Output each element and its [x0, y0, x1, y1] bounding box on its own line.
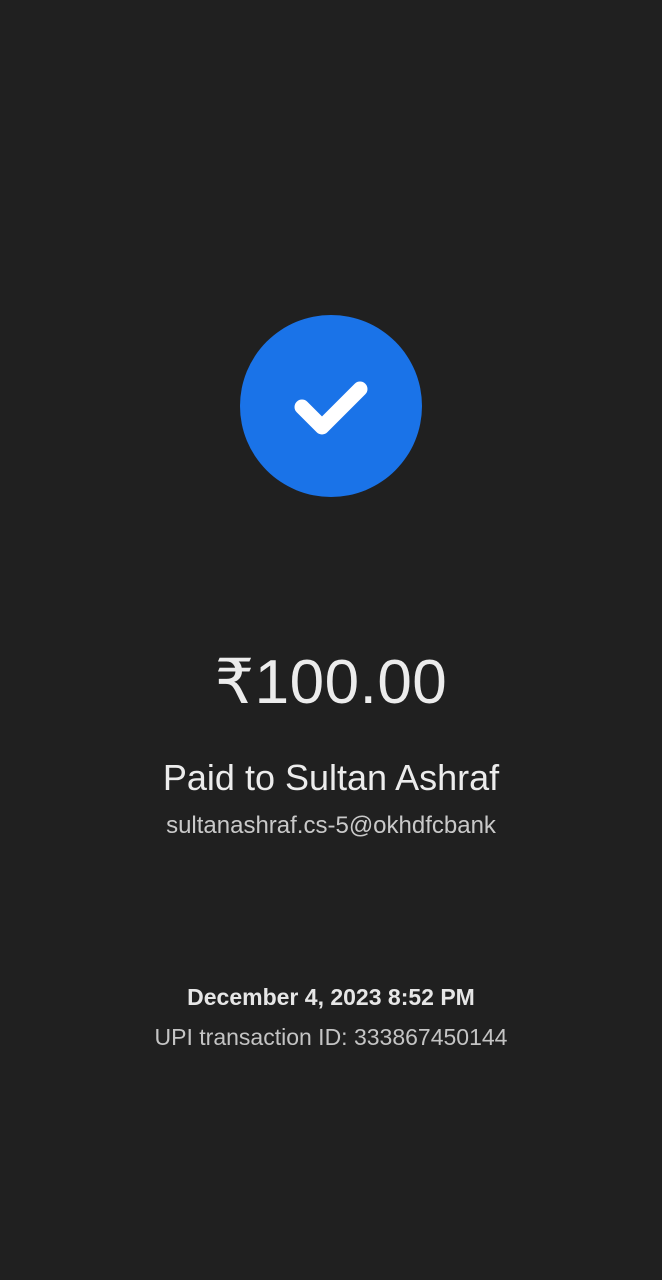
transaction-id: UPI transaction ID: 333867450144 [154, 1024, 508, 1050]
check-icon [294, 381, 368, 435]
success-circle [240, 315, 422, 497]
recipient-upi-id: sultanashraf.cs-5@okhdfcbank [166, 812, 496, 839]
recipient-name: Paid to Sultan Ashraf [162, 757, 500, 798]
payment-amount: ₹100.00 [214, 648, 448, 717]
transaction-datetime: December 4, 2023 8:52 PM [187, 984, 475, 1010]
